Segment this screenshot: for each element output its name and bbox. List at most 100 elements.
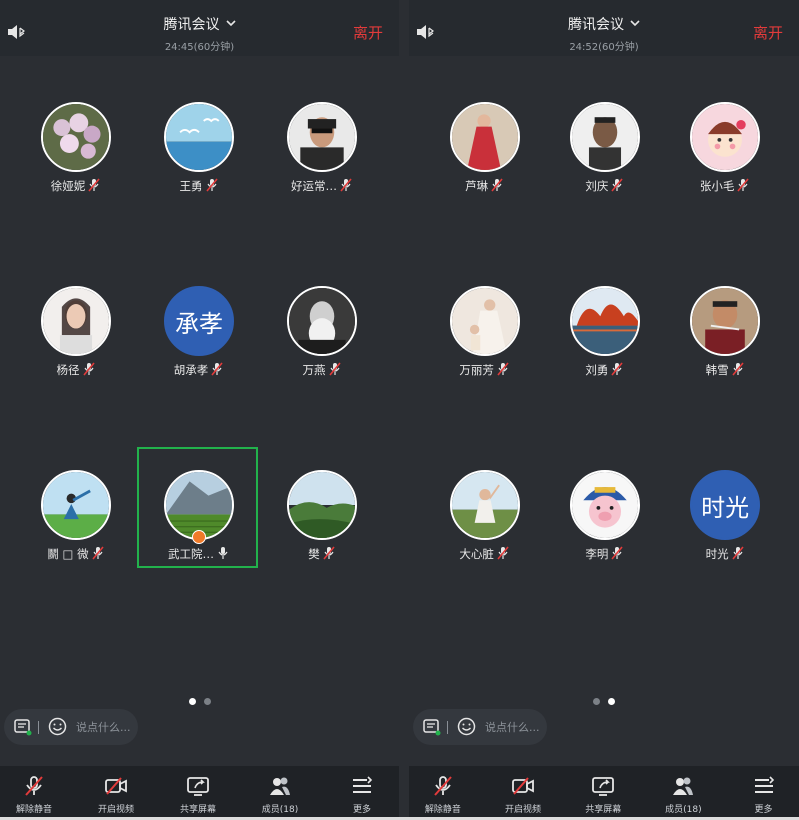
participant-name-row: 张小毛 (663, 178, 786, 194)
toolbar-button-1[interactable]: 开启视频 (86, 774, 146, 815)
participant-tile[interactable]: 樊 (260, 448, 383, 568)
avatar (164, 102, 234, 172)
toolbar-button-label: 开启视频 (505, 805, 542, 815)
leave-button[interactable]: 离开 (753, 22, 783, 43)
participant-name: 芦琳 (465, 179, 489, 193)
participant-tile[interactable]: 徐娅妮 (14, 80, 137, 200)
participant-tile[interactable]: 承孝 胡承孝 (137, 264, 260, 384)
mic-muted-icon (413, 774, 473, 798)
participant-name-row: 徐娅妮 (14, 178, 137, 194)
participant-name: 刘庆 (585, 179, 609, 193)
toolbar-button-label: 成员(18) (665, 805, 702, 815)
mic-muted-icon (211, 362, 223, 376)
participant-tile[interactable]: 杨径 (14, 264, 137, 384)
page-dot[interactable] (593, 698, 600, 705)
toolbar-button-2[interactable]: 共享屏幕 (573, 774, 633, 815)
mic-muted-icon (82, 362, 95, 376)
toolbar-button-label: 解除静音 (424, 805, 461, 815)
meeting-screen-right: 腾讯会议 24:52(60分钟) 离开芦琳 刘庆 张小毛万丽芳 刘勇 韩雪大心脏 李明 时光 时光… (409, 0, 799, 820)
chat-list-icon[interactable] (14, 718, 32, 736)
participant-name-row: 刘勇 (543, 362, 666, 378)
share-screen-icon (573, 774, 633, 798)
participant-name-row: 时光 (663, 546, 786, 562)
chevron-down-icon (225, 13, 236, 27)
participant-name: 李明 (585, 547, 609, 561)
avatar (287, 470, 357, 540)
toolbar-button-0[interactable]: 解除静音 (413, 774, 473, 815)
participant-name: 樊 (308, 547, 320, 561)
participant-tile[interactable]: 大心脏 (423, 448, 546, 568)
participant-tile[interactable]: 万丽芳 (423, 264, 546, 384)
camera-off-icon (86, 774, 146, 798)
avatar (449, 102, 520, 172)
page-dot[interactable] (608, 698, 615, 705)
top-bar: 腾讯会议 24:52(60分钟) 离开 (409, 0, 799, 56)
participant-tile[interactable]: 芦琳 (423, 80, 546, 200)
participant-name-row: 李明 (543, 546, 666, 562)
more-icon (332, 774, 392, 798)
chat-input-bar[interactable]: 说点什么... (413, 709, 547, 745)
top-bar: 腾讯会议 24:45(60分钟) 离开 (0, 0, 399, 56)
avatar (41, 286, 111, 356)
avatar (569, 470, 640, 540)
toolbar-button-1[interactable]: 开启视频 (493, 774, 553, 815)
mic-muted-icon (328, 362, 341, 376)
avatar (449, 470, 520, 540)
bottom-toolbar: 解除静音 开启视频 共享屏幕 成员(18) 更多 (409, 766, 799, 820)
toolbar-button-0[interactable]: 解除静音 (4, 774, 64, 815)
toolbar-button-2[interactable]: 共享屏幕 (168, 774, 228, 815)
toolbar-button-label: 开启视频 (97, 805, 134, 815)
leave-button[interactable]: 离开 (353, 22, 383, 43)
participant-tile[interactable]: 好运常… (260, 80, 383, 200)
active-speaker-highlight (137, 447, 258, 568)
chat-list-icon[interactable] (423, 718, 441, 736)
participant-tile[interactable]: 李明 (543, 448, 666, 568)
participant-name: 好运常… (291, 179, 337, 193)
toolbar-button-label: 更多 (754, 805, 773, 815)
avatar (569, 102, 640, 172)
mic-muted-icon (611, 362, 624, 376)
page-dot[interactable] (188, 698, 196, 705)
participant-name-row: 大心脏 (423, 546, 546, 562)
participant-tile[interactable]: 刘庆 (543, 80, 666, 200)
avatar (41, 470, 111, 540)
participant-tile[interactable]: 王勇 (137, 80, 260, 200)
page-dot[interactable] (203, 698, 211, 705)
avatar (569, 286, 640, 356)
meeting-timer: 24:52(60分钟) (569, 42, 639, 53)
participant-name-row: 芦琳 (423, 178, 546, 194)
members-icon (653, 774, 713, 798)
avatar (41, 102, 111, 172)
toolbar-button-3[interactable]: 成员(18) (250, 774, 310, 815)
participant-name-row: 鬭 □ 微 (14, 546, 137, 562)
participant-tile[interactable]: 张小毛 (663, 80, 786, 200)
avatar (690, 286, 761, 356)
participant-name-row: 胡承孝 (137, 362, 260, 378)
emoji-icon[interactable] (48, 717, 67, 736)
emoji-icon[interactable] (457, 717, 476, 736)
mic-muted-icon (205, 178, 218, 192)
participant-name: 徐娅妮 (50, 179, 86, 193)
participant-name: 时光 (705, 547, 729, 561)
meeting-title-area[interactable]: 腾讯会议 24:52(60分钟) (409, 13, 799, 53)
participant-tile[interactable]: 鬭 □ 微 (14, 448, 137, 568)
avatar (287, 102, 357, 172)
toolbar-button-4[interactable]: 更多 (332, 774, 392, 815)
chat-input-bar[interactable]: 说点什么... (4, 709, 138, 745)
participant-name-row: 樊 (260, 546, 383, 562)
meeting-screen-left: 腾讯会议 24:45(60分钟) 离开徐娅妮 王勇 好运常… 杨径 承孝胡承孝 万燕鬭 □ 微… (0, 0, 399, 820)
participant-name: 王勇 (179, 179, 203, 193)
participant-tile[interactable]: 刘勇 (543, 264, 666, 384)
mic-muted-icon (4, 774, 64, 798)
avatar: 承孝 (164, 286, 234, 356)
bottom-toolbar: 解除静音 开启视频 共享屏幕 成员(18) 更多 (0, 766, 399, 820)
participant-tile[interactable]: 韩雪 (663, 264, 786, 384)
meeting-title-area[interactable]: 腾讯会议 24:45(60分钟) (0, 13, 399, 53)
participant-name: 张小毛 (699, 179, 735, 193)
toolbar-button-4[interactable]: 更多 (734, 774, 794, 815)
mic-muted-icon (732, 362, 744, 376)
participant-tile[interactable]: 万燕 (260, 264, 383, 384)
avatar (449, 286, 520, 356)
toolbar-button-3[interactable]: 成员(18) (653, 774, 713, 815)
participant-tile[interactable]: 时光 时光 (663, 448, 786, 568)
